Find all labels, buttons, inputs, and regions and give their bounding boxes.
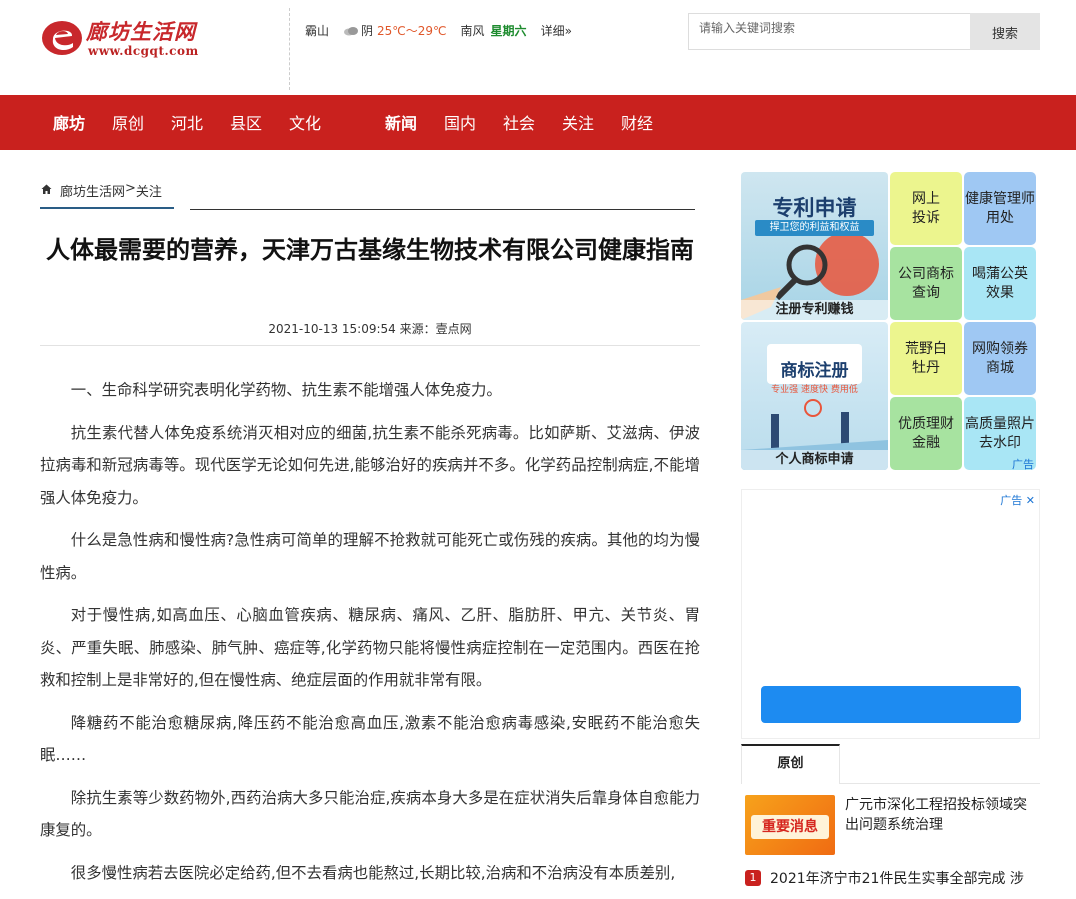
ad-box-button[interactable] (761, 686, 1021, 723)
site-header: 廊坊生活网 www.dcgqt.com 霸山 阴 25℃～29℃ 南风 星期六 … (0, 0, 1076, 95)
ad-box-label-text: 广告 (1000, 494, 1023, 507)
tile-white-peony[interactable]: 荒野白牡丹 (890, 322, 962, 395)
tile-complaint[interactable]: 网上投诉 (890, 172, 962, 245)
nav-item-society[interactable]: 社会 (503, 95, 535, 150)
logo-e-icon (42, 21, 82, 55)
article-title: 人体最需要的营养，天津万古基缘生物技术有限公司健康指南 (46, 236, 694, 264)
tile-health-manager[interactable]: 健康管理师用处 (964, 172, 1036, 245)
article-paragraph: 除抗生素等少数药物外,西药治病大多只能治症,疾病本身大多是在症状消失后靠身体自愈… (40, 788, 700, 840)
breadcrumb-home[interactable]: 廊坊生活网 (60, 181, 125, 200)
weather-weekday: 星期六 (490, 24, 527, 38)
weather-widget: 霸山 阴 25℃～29℃ 南风 星期六 详细» (305, 22, 572, 39)
logo-url: www.dcgqt.com (88, 44, 199, 58)
tile-label: 网购领券商城 (972, 340, 1028, 376)
article-paragraph: 什么是急性病和慢性病?急性病可简单的理解不抢救就可能死亡或伤残的疾病。其他的均为… (40, 531, 700, 582)
tile-coupon-mall[interactable]: 网购领券商城 (964, 322, 1036, 395)
search-input[interactable] (688, 13, 970, 50)
article-paragraph: 一、生命科学研究表明化学药物、抗生素不能增强人体免疫力。 (70, 381, 502, 399)
patent-ad-headline: 专利申请 (772, 196, 857, 220)
nav-item-counties[interactable]: 县区 (230, 95, 262, 150)
article-content: 一、生命科学研究表明化学药物、抗生素不能增强人体免疫力。 抗生素代替人体免疫系统… (40, 374, 700, 899)
search-button[interactable]: 搜索 (970, 13, 1040, 50)
trademark-ad-headline: 商标注册 (780, 361, 849, 381)
tile-trademark-query[interactable]: 公司商标查询 (890, 247, 962, 320)
ad-label: 广告 (1012, 458, 1034, 471)
news-thumbnail[interactable]: 重要消息 (745, 795, 835, 855)
tile-label: 喝蒲公英效果 (972, 265, 1028, 301)
news-title[interactable]: 2021年济宁市21件民生实事全部完成 涉 (770, 868, 1024, 888)
weather-city: 霸山 (305, 24, 330, 38)
cloud-icon (344, 26, 359, 35)
trademark-ad-caption: 个人商标申请 (741, 450, 888, 470)
header-divider (289, 8, 290, 90)
search-bar: 搜索 (688, 13, 1040, 50)
close-icon[interactable]: ✕ (1026, 494, 1035, 507)
tile-dandelion[interactable]: 喝蒲公英效果 (964, 247, 1036, 320)
article-paragraph: 很多慢性病若去医院必定给药,但不去看病也能熬过,长期比较,治病和不治病没有本质差… (70, 863, 676, 882)
breadcrumb-separator: > (125, 181, 136, 196)
ad-box[interactable]: 广告 ✕ (741, 489, 1040, 739)
trademark-ad-illustration (741, 344, 888, 470)
weather-temperature: 25℃～29℃ (377, 24, 447, 38)
tab-original[interactable]: 原创 (741, 744, 840, 784)
tab-divider (840, 783, 1040, 784)
nav-item-news[interactable]: 新闻 (385, 95, 417, 150)
nav-item-domestic[interactable]: 国内 (444, 95, 476, 150)
patent-ad[interactable]: 专利申请 捍卫您的利益和权益 注册专利赚钱 (741, 172, 888, 320)
trademark-ad[interactable]: 商标注册 专业强 速度快 费用低 个人商标申请 (741, 322, 888, 470)
tile-label: 网上投诉 (912, 190, 940, 226)
tile-label: 高质量照片去水印 (965, 415, 1035, 451)
tile-finance[interactable]: 优质理财金融 (890, 397, 962, 470)
tile-label: 公司商标查询 (898, 265, 954, 301)
nav-item-langfang[interactable]: 廊坊 (53, 95, 85, 150)
weather-details-link[interactable]: 详细» (541, 22, 572, 39)
article-paragraph: 降糖药不能治愈糖尿病,降压药不能治愈高血压,激素不能治愈病毒感染,安眠药不能治愈… (40, 713, 700, 765)
breadcrumb: 廊坊生活网 > 关注 (40, 181, 174, 209)
ad-box-label: 广告 ✕ (1000, 492, 1035, 508)
tile-label: 健康管理师用处 (965, 190, 1035, 226)
nav-item-focus[interactable]: 关注 (562, 95, 594, 150)
breadcrumb-current[interactable]: 关注 (136, 181, 162, 200)
news-title[interactable]: 广元市深化工程招投标领域突出问题系统治理 (845, 795, 1035, 835)
tile-label: 荒野白牡丹 (905, 340, 947, 376)
news-thumbnail-text: 重要消息 (751, 815, 829, 839)
site-logo[interactable]: 廊坊生活网 www.dcgqt.com (40, 14, 215, 64)
news-rank-badge: 1 (745, 870, 761, 886)
patent-ad-caption: 注册专利赚钱 (741, 300, 888, 320)
tile-label: 优质理财金融 (898, 415, 954, 451)
article-paragraph: 对于慢性病,如高血压、心脑血管疾病、糖尿病、痛风、乙肝、脂肪肝、甲亢、关节炎、胃… (40, 606, 700, 689)
breadcrumb-divider (190, 209, 695, 210)
article-paragraph: 抗生素代替人体免疫系统消灭相对应的细菌,抗生素不能杀死病毒。比如萨斯、艾滋病、伊… (40, 423, 700, 507)
home-icon (41, 184, 52, 194)
nav-item-culture[interactable]: 文化 (289, 95, 321, 150)
main-nav: 廊坊 原创 河北 县区 文化 新闻 国内 社会 关注 财经 (0, 95, 1076, 150)
weather-wind: 南风 (460, 24, 485, 38)
article-divider (40, 345, 700, 346)
logo-text: 廊坊生活网 (86, 19, 196, 44)
article-meta: 2021-10-13 15:09:54 来源：壹点网 (268, 322, 472, 336)
nav-item-original[interactable]: 原创 (112, 95, 144, 150)
patent-ad-subline: 捍卫您的利益和权益 (755, 220, 874, 236)
weather-condition: 阴 (361, 24, 374, 38)
nav-item-finance[interactable]: 财经 (621, 95, 653, 150)
nav-item-hebei[interactable]: 河北 (171, 95, 203, 150)
trademark-ad-subline: 专业强 速度快 费用低 (771, 385, 858, 395)
